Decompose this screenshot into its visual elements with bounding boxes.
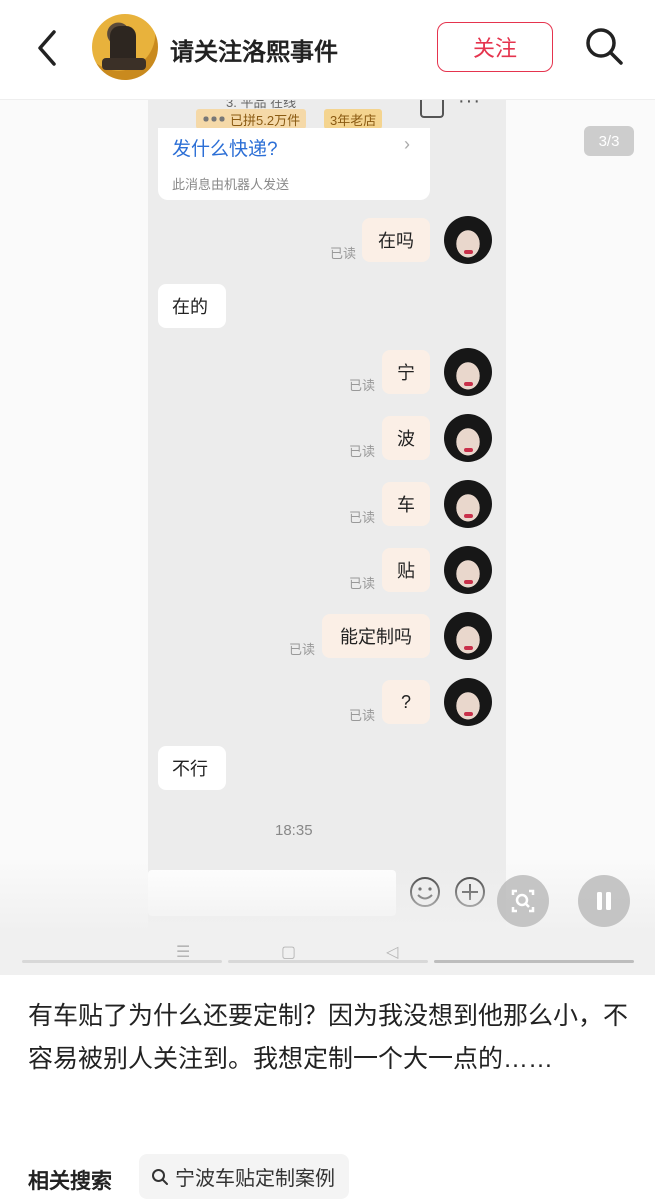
user-avatar <box>444 546 492 594</box>
scan-icon <box>511 889 535 913</box>
image-progress-segment <box>22 960 222 963</box>
search-icon <box>152 1168 168 1185</box>
read-status: 已读 <box>349 510 376 525</box>
chat-timestamp: 18:35 <box>275 822 313 839</box>
user-avatar <box>444 480 492 528</box>
more-icon: ··· <box>458 100 481 112</box>
home-nav-icon: ▢ <box>281 944 297 961</box>
pause-icon <box>597 892 611 910</box>
user-avatar <box>444 678 492 726</box>
pause-button[interactable] <box>578 875 630 927</box>
back-button[interactable] <box>30 26 66 70</box>
user-avatar <box>444 612 492 660</box>
shop-info-strip: 3. 平品 在线 已拼5.2万件 3年老店 ··· <box>0 100 655 130</box>
chevron-right-icon: › <box>404 134 410 154</box>
image-search-button[interactable] <box>497 875 549 927</box>
user-avatar <box>444 348 492 396</box>
read-status: 已读 <box>330 246 357 261</box>
message-bubble: 在吗 <box>362 218 430 262</box>
read-status: 已读 <box>349 378 376 393</box>
buyer-avatars-icon <box>202 114 226 124</box>
post-image[interactable]: 3. 平品 在线 已拼5.2万件 3年老店 ··· 3/3 发什么快递? › 此… <box>0 100 655 975</box>
author-name[interactable]: 请关注洛熙事件 <box>170 32 338 67</box>
post-caption: 有车贴了为什么还要定制？因为我没想到他那么小，不容易被别人关注到。我想定制一个大… <box>28 1002 629 1073</box>
store-icon <box>420 100 444 118</box>
read-status: 已读 <box>349 708 376 723</box>
message-bubble: 车 <box>382 482 430 526</box>
menu-nav-icon: ☰ <box>176 944 191 961</box>
read-status: 已读 <box>349 576 376 591</box>
image-progress-segment <box>434 960 634 963</box>
message-bubble: 波 <box>382 416 430 460</box>
message-bubble: 贴 <box>382 548 430 592</box>
page-indicator: 3/3 <box>584 126 634 156</box>
read-status: 已读 <box>349 444 376 459</box>
user-avatar <box>444 216 492 264</box>
message-bubble: 能定制吗 <box>322 614 430 658</box>
message-bubble: 不行 <box>158 746 226 790</box>
read-status: 已读 <box>289 642 316 657</box>
top-bar: 请关注洛熙事件 关注 <box>0 0 655 100</box>
back-nav-icon: ◁ <box>386 944 399 961</box>
bottom-fade <box>0 860 655 975</box>
related-search-chip[interactable]: 宁波车贴定制案例 <box>139 1154 349 1199</box>
chevron-left-icon <box>38 30 56 66</box>
message-bubble: 宁 <box>382 350 430 394</box>
sales-badge: 已拼5.2万件 <box>196 109 307 129</box>
image-progress-segment <box>228 960 428 963</box>
user-avatar <box>444 414 492 462</box>
bot-message-card: 发什么快递? › 此消息由机器人发送 <box>158 128 430 200</box>
bot-note: 此消息由机器人发送 <box>172 177 290 192</box>
message-bubble: 在的 <box>158 284 226 328</box>
author-avatar[interactable] <box>92 14 158 80</box>
shop-age-badge: 3年老店 <box>324 109 383 129</box>
search-button[interactable] <box>582 24 626 68</box>
bot-question: 发什么快递? <box>172 139 278 160</box>
message-bubble: ? <box>382 680 430 724</box>
follow-button[interactable]: 关注 <box>437 22 553 72</box>
related-search-label: 相关搜索 <box>28 1170 112 1193</box>
search-icon <box>586 28 623 65</box>
related-search-query: 宁波车贴定制案例 <box>175 1168 335 1190</box>
